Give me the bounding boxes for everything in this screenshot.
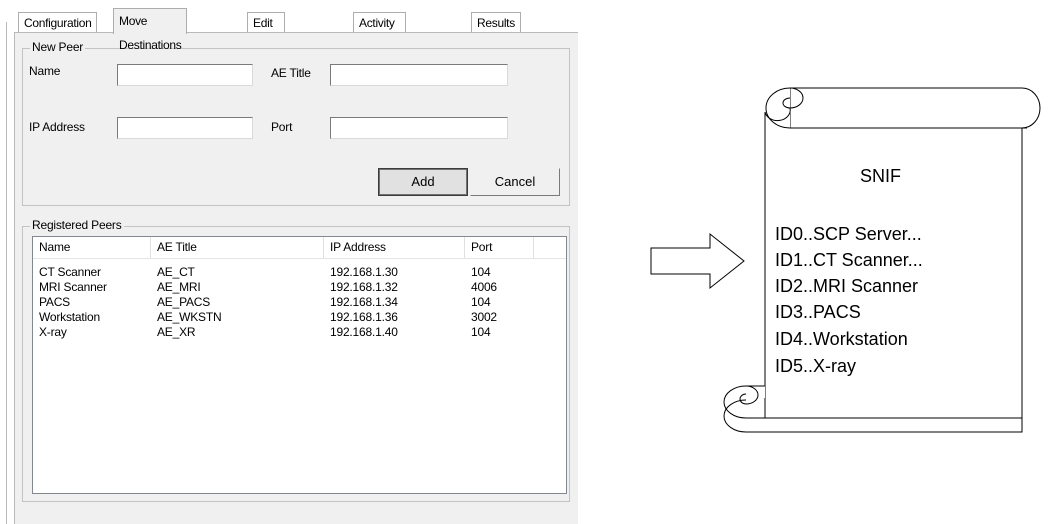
scroll-title: SNIF — [860, 166, 902, 186]
scroll-line-5: ID5..X-ray — [775, 356, 857, 376]
scroll-line-4: ID4..Workstation — [775, 329, 908, 349]
right-arrow-icon — [650, 232, 745, 290]
scroll-line-3: ID3..PACS — [775, 302, 861, 322]
scroll-line-1: ID1..CT Scanner... — [775, 250, 923, 270]
scroll-line-2: ID2..MRI Scanner — [775, 276, 919, 296]
tab-move-destinations[interactable]: Move Destinations — [113, 8, 188, 52]
scroll-line-0: ID0..SCP Server... — [775, 224, 922, 244]
